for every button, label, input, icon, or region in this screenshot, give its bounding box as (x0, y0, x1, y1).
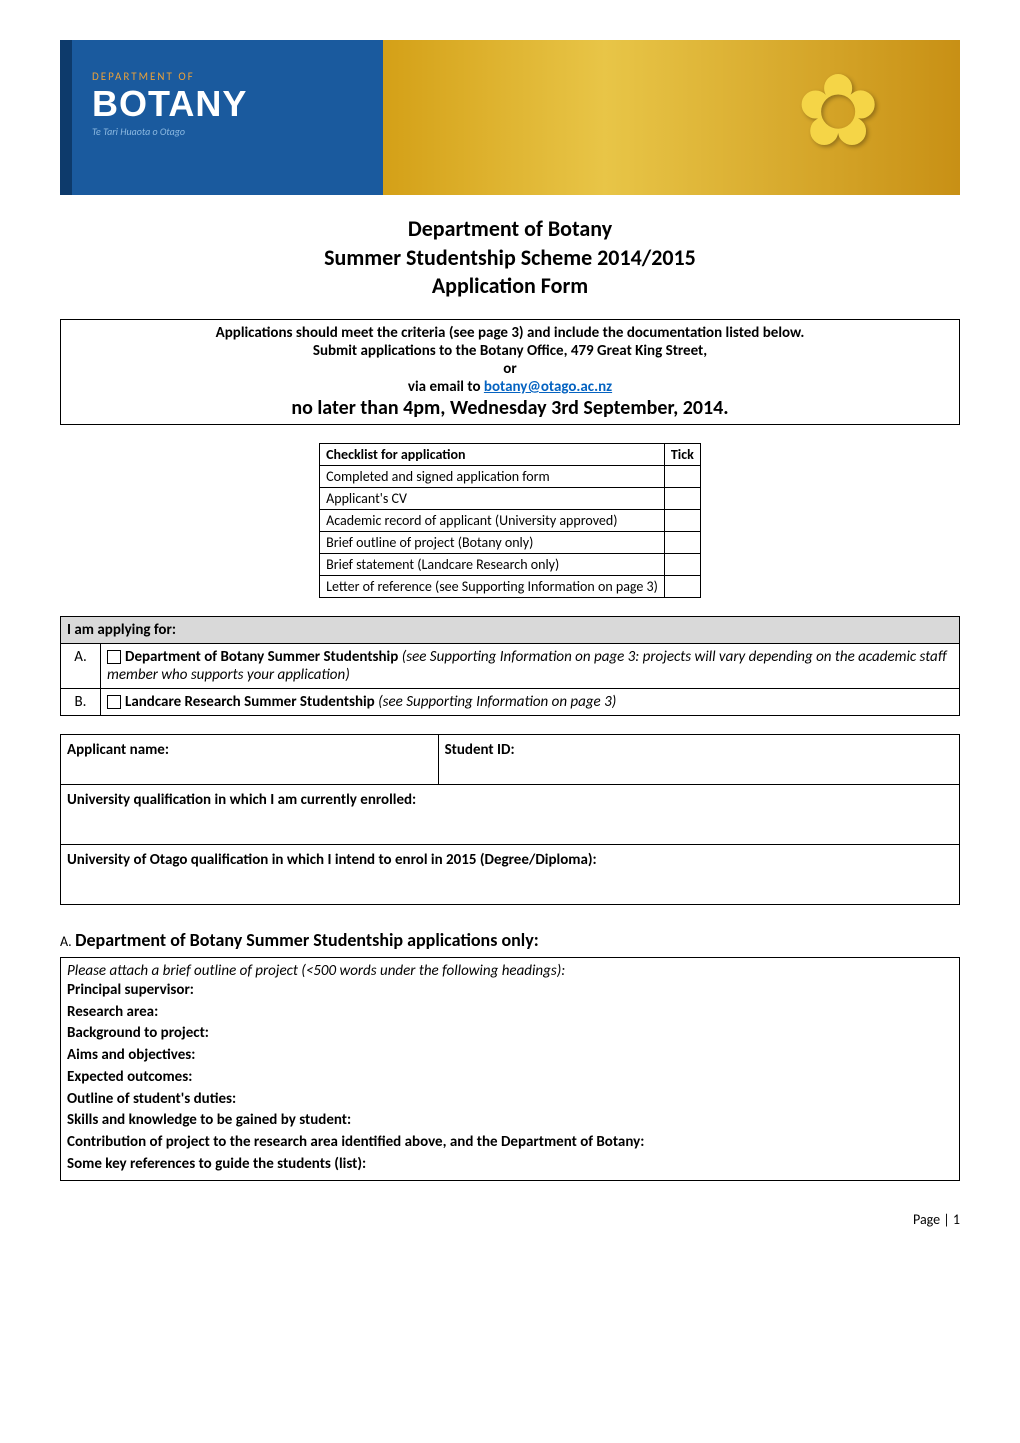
checklist-row: Brief outline of project (Botany only) (320, 531, 701, 553)
checklist-row: Applicant's CV (320, 487, 701, 509)
page-number: Page | 1 (60, 1211, 960, 1228)
option-letter: B. (61, 688, 101, 715)
applicant-info-table: Applicant name: Student ID: University q… (60, 734, 960, 905)
checklist-item: Applicant's CV (320, 487, 665, 509)
checkbox-icon[interactable] (107, 695, 121, 709)
option-content: Landcare Research Summer Studentship (se… (101, 688, 960, 715)
header-banner: DEPARTMENT OF BOTANY Te Tari Huaota o Ot… (60, 40, 960, 195)
checklist-table: Checklist for application Tick Completed… (319, 443, 701, 598)
tick-cell[interactable] (664, 509, 700, 531)
instructions-box: Applications should meet the criteria (s… (60, 319, 960, 425)
checklist-header: Checklist for application (320, 443, 665, 465)
checklist-item: Academic record of applicant (University… (320, 509, 665, 531)
checklist-row: Academic record of applicant (University… (320, 509, 701, 531)
department-logo: DEPARTMENT OF BOTANY Te Tari Huaota o Ot… (92, 70, 247, 138)
title-line-1: Department of Botany (60, 215, 960, 244)
instructions-line-1: Applications should meet the criteria (s… (65, 324, 955, 342)
applicant-name-cell[interactable]: Applicant name: (61, 734, 439, 784)
option-bold: Department of Botany Summer Studentship (125, 648, 398, 666)
outline-field: Contribution of project to the research … (67, 1132, 953, 1154)
current-qual-cell[interactable]: University qualification in which I am c… (61, 784, 960, 844)
title-line-2: Summer Studentship Scheme 2014/2015 (60, 244, 960, 273)
section-a-heading: A. Department of Botany Summer Studentsh… (60, 929, 960, 951)
tick-cell[interactable] (664, 465, 700, 487)
flower-decoration-icon: ✿ (796, 50, 880, 172)
outline-field: Research area: (67, 1002, 953, 1024)
outline-field: Background to project: (67, 1023, 953, 1045)
option-content: Department of Botany Summer Studentship … (101, 643, 960, 688)
section-heading-text: Department of Botany Summer Studentship … (75, 929, 539, 951)
checklist-row: Letter of reference (see Supporting Info… (320, 575, 701, 597)
tick-cell[interactable] (664, 531, 700, 553)
outline-intro: Please attach a brief outline of project… (67, 962, 953, 980)
checklist-item: Brief outline of project (Botany only) (320, 531, 665, 553)
checklist-item: Brief statement (Landcare Research only) (320, 553, 665, 575)
document-title: Department of Botany Summer Studentship … (60, 215, 960, 301)
student-id-cell[interactable]: Student ID: (438, 734, 959, 784)
applying-header: I am applying for: (61, 616, 960, 643)
current-qual-label: University qualification in which I am c… (67, 791, 416, 809)
deadline-line: no later than 4pm, Wednesday 3rd Septemb… (65, 396, 955, 420)
intend-qual-label: University of Otago qualification in whi… (67, 851, 597, 869)
option-italic: (see Supporting Information on page 3) (375, 693, 617, 711)
dept-subtitle: Te Tari Huaota o Otago (92, 125, 247, 138)
student-id-label: Student ID: (445, 741, 515, 759)
option-bold: Landcare Research Summer Studentship (125, 693, 375, 711)
outline-field: Outline of student's duties: (67, 1089, 953, 1111)
title-line-3: Application Form (60, 272, 960, 301)
option-letter: A. (61, 643, 101, 688)
email-prefix: via email to (408, 378, 484, 396)
instructions-or: or (65, 360, 955, 378)
tick-cell[interactable] (664, 575, 700, 597)
checklist-item: Completed and signed application form (320, 465, 665, 487)
outline-field: Skills and knowledge to be gained by stu… (67, 1110, 953, 1132)
outline-field: Aims and objectives: (67, 1045, 953, 1067)
section-letter: A. (60, 933, 72, 950)
applying-option-row: B. Landcare Research Summer Studentship … (61, 688, 960, 715)
applying-for-table: I am applying for: A. Department of Bota… (60, 616, 960, 716)
checklist-row: Completed and signed application form (320, 465, 701, 487)
tick-cell[interactable] (664, 487, 700, 509)
outline-field: Some key references to guide the student… (67, 1154, 953, 1176)
tick-header: Tick (664, 443, 700, 465)
checkbox-icon[interactable] (107, 650, 121, 664)
outline-field: Expected outcomes: (67, 1067, 953, 1089)
outline-field: Principal supervisor: (67, 980, 953, 1002)
applying-option-row: A. Department of Botany Summer Studentsh… (61, 643, 960, 688)
tick-cell[interactable] (664, 553, 700, 575)
checklist-item: Letter of reference (see Supporting Info… (320, 575, 665, 597)
email-link[interactable]: botany@otago.ac.nz (484, 378, 612, 396)
intend-qual-cell[interactable]: University of Otago qualification in whi… (61, 844, 960, 904)
applicant-name-label: Applicant name: (67, 741, 169, 759)
instructions-line-2: Submit applications to the Botany Office… (65, 342, 955, 360)
project-outline-box: Please attach a brief outline of project… (60, 957, 960, 1181)
checklist-row: Brief statement (Landcare Research only) (320, 553, 701, 575)
dept-label: DEPARTMENT OF (92, 70, 247, 83)
dept-name: BOTANY (92, 83, 247, 125)
instructions-email-line: via email to botany@otago.ac.nz (65, 378, 955, 396)
